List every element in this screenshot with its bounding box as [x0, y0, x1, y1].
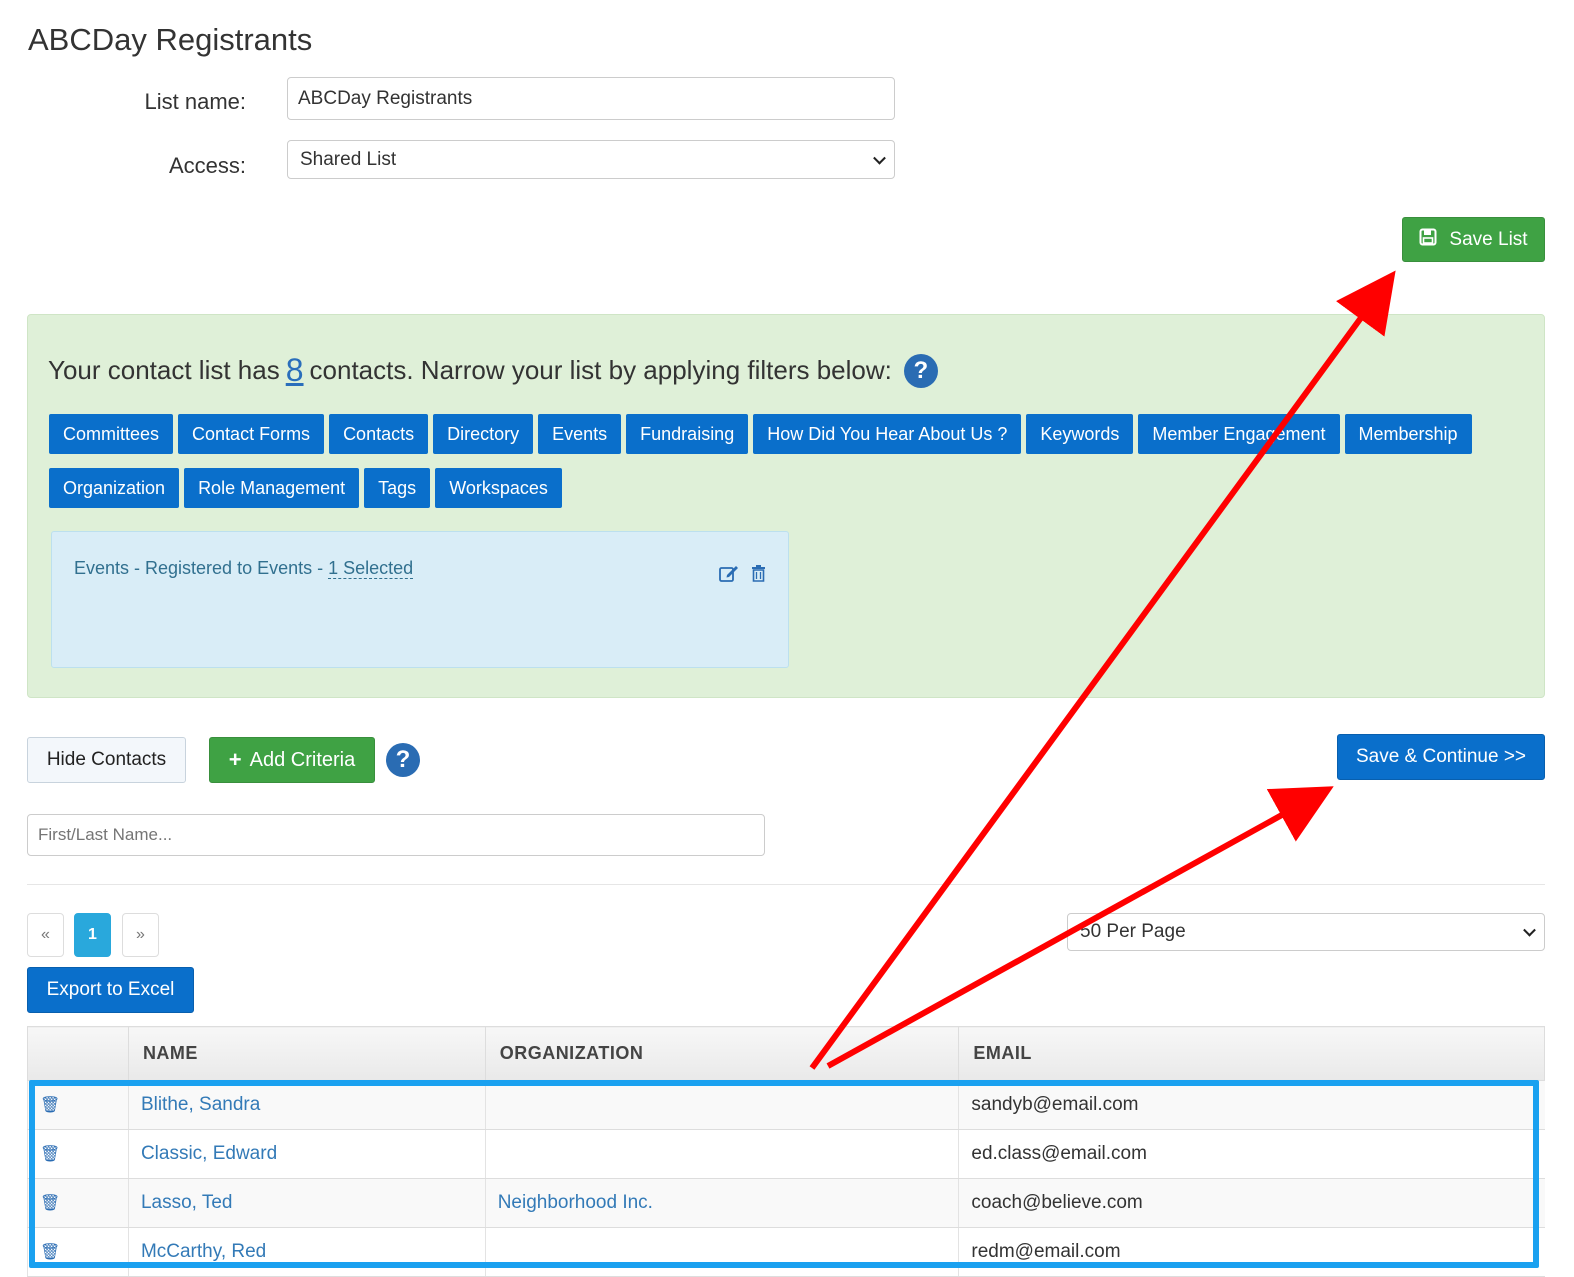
table-row: 🗑 Blithe, Sandra sandyb@email.com [27, 1080, 1545, 1130]
filter-category-role-management[interactable]: Role Management [184, 468, 360, 508]
filter-category-fundraising[interactable]: Fundraising [626, 414, 749, 454]
criteria-box: Events - Registered to Events - 1 Select… [51, 531, 789, 668]
add-criteria-button[interactable]: + Add Criteria [209, 737, 375, 783]
pagination-page-1[interactable]: 1 [74, 913, 111, 957]
export-excel-button[interactable]: Export to Excel [27, 967, 194, 1013]
save-list-button[interactable]: Save List [1402, 217, 1545, 262]
filter-category-keywords[interactable]: Keywords [1026, 414, 1134, 454]
filter-category-contact-forms[interactable]: Contact Forms [178, 414, 325, 454]
column-header-organization[interactable]: ORGANIZATION [484, 1026, 960, 1081]
filter-category-workspaces[interactable]: Workspaces [435, 468, 562, 508]
floppy-disk-icon [1419, 228, 1437, 252]
contact-organization[interactable]: Neighborhood Inc. [484, 1178, 959, 1228]
criteria-summary: Events - Registered to Events - 1 Select… [74, 558, 414, 579]
contacts-table: NAME ORGANIZATION EMAIL 🗑 Blithe, Sandra… [27, 1026, 1545, 1277]
filter-category-committees[interactable]: Committees [49, 414, 174, 454]
summary-prefix: Your contact list has [48, 355, 280, 385]
chevron-down-icon [873, 151, 886, 165]
trash-icon[interactable] [751, 565, 766, 587]
table-row: 🗑 Lasso, Ted Neighborhood Inc. coach@bel… [27, 1178, 1545, 1228]
contact-email: sandyb@email.com [958, 1080, 1545, 1130]
filter-category-row-1: Committees Contact Forms Contacts Directory… [49, 414, 1472, 454]
contact-count-link[interactable]: 8 [286, 352, 304, 389]
list-name-label: List name: [144, 89, 247, 114]
filter-category-contacts[interactable]: Contacts [329, 414, 429, 454]
add-criteria-label: Add Criteria [249, 748, 356, 771]
hide-contacts-button[interactable]: Hide Contacts [27, 737, 186, 783]
criteria-label: Events - Registered to Events - [74, 558, 329, 578]
access-select[interactable]: Shared List [287, 140, 895, 179]
edit-icon[interactable] [719, 564, 739, 587]
contact-name-link[interactable]: Blithe, Sandra [127, 1080, 486, 1130]
save-continue-button[interactable]: Save & Continue >> [1337, 734, 1545, 780]
column-header-name[interactable]: NAME [127, 1026, 486, 1081]
contact-email: ed.class@email.com [958, 1129, 1545, 1179]
pagination-next[interactable]: » [122, 913, 159, 957]
table-row: 🗑 McCarthy, Red redm@email.com [27, 1227, 1545, 1277]
filter-category-tags[interactable]: Tags [364, 468, 431, 508]
filter-category-events[interactable]: Events [538, 414, 622, 454]
contact-name-link[interactable]: McCarthy, Red [127, 1227, 486, 1277]
filter-category-member-engagement[interactable]: Member Engagement [1138, 414, 1340, 454]
contact-count-summary: Your contact list has 8 contacts. Narrow… [48, 352, 938, 389]
table-row: 🗑 Classic, Edward ed.class@email.com [27, 1129, 1545, 1179]
save-list-label: Save List [1449, 228, 1528, 250]
pagination-prev[interactable]: « [27, 913, 64, 957]
trash-icon[interactable]: 🗑 [40, 1146, 60, 1163]
filter-category-how-did-you-hear-about-us[interactable]: How Did You Hear About Us ? [753, 414, 1022, 454]
name-search-input[interactable] [27, 814, 765, 856]
list-name-input[interactable] [287, 77, 895, 120]
contact-email: coach@believe.com [958, 1178, 1545, 1228]
column-header-actions [27, 1026, 129, 1081]
table-header-row: NAME ORGANIZATION EMAIL [27, 1026, 1545, 1081]
criteria-selected-link[interactable]: 1 Selected [328, 558, 414, 579]
chevron-down-icon [1523, 923, 1536, 937]
contact-name-link[interactable]: Classic, Edward [127, 1129, 486, 1179]
trash-icon[interactable]: 🗑 [40, 1195, 60, 1212]
per-page-value: 50 Per Page [1080, 921, 1186, 942]
column-header-email[interactable]: EMAIL [958, 1026, 1545, 1081]
access-select-value: Shared List [300, 148, 397, 170]
divider [27, 884, 1545, 885]
contact-organization[interactable] [484, 1080, 959, 1130]
trash-icon[interactable]: 🗑 [40, 1244, 60, 1261]
trash-icon[interactable]: 🗑 [40, 1097, 60, 1114]
filter-category-directory[interactable]: Directory [433, 414, 534, 454]
contact-organization[interactable] [484, 1227, 959, 1277]
contact-name-link[interactable]: Lasso, Ted [127, 1178, 486, 1228]
contact-email: redm@email.com [958, 1227, 1545, 1277]
summary-suffix: contacts. Narrow your list by applying f… [309, 355, 892, 385]
page-title: ABCDay Registrants [28, 22, 313, 57]
filter-category-membership[interactable]: Membership [1344, 414, 1472, 454]
question-circle-icon[interactable]: ? [386, 743, 420, 777]
contact-organization[interactable] [484, 1129, 959, 1179]
per-page-select[interactable]: 50 Per Page [1067, 913, 1545, 951]
plus-icon: + [228, 747, 242, 772]
filter-category-organization[interactable]: Organization [49, 468, 180, 508]
filter-category-row-2: Organization Role Management Tags Workspace… [49, 468, 562, 508]
access-label: Access: [168, 153, 246, 178]
question-circle-icon[interactable]: ? [903, 353, 938, 388]
